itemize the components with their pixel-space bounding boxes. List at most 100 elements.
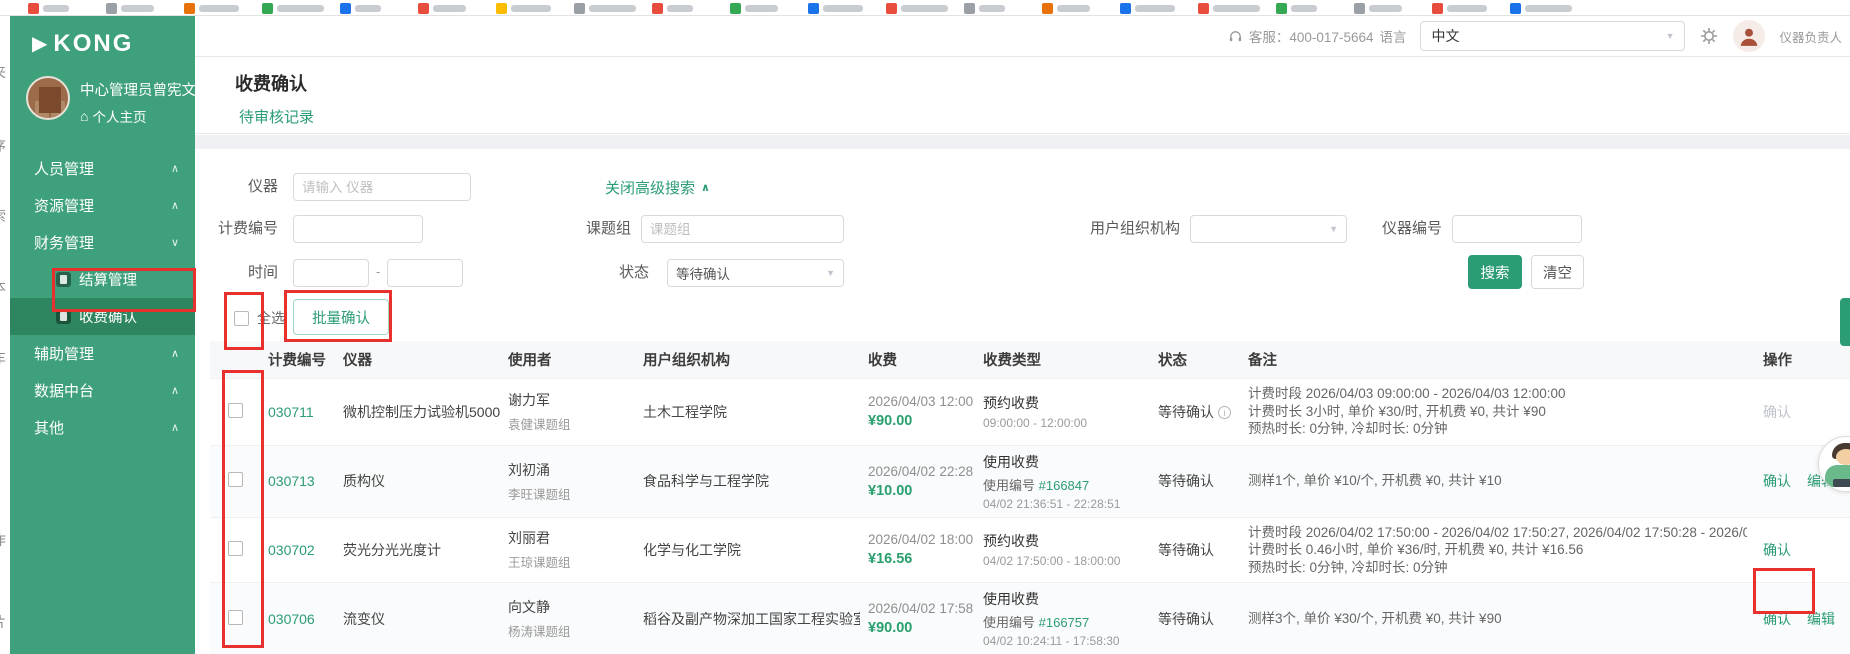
- bookmark-item[interactable]: [1198, 2, 1260, 14]
- table-row: 030702 荧光分光光度计 刘丽君 王琼课题组 化学与化工学院 2026/04…: [210, 517, 1850, 583]
- fee-type-cell: 使用收费 使用编号 #166757 04/02 10:24:11 - 17:58…: [983, 591, 1120, 648]
- row-checkbox[interactable]: [227, 402, 243, 418]
- instrument-cell: 荧光分光光度计: [343, 541, 441, 558]
- actions-cell: 确认: [1755, 517, 1850, 583]
- row-checkbox[interactable]: [227, 540, 243, 556]
- billing-no-link[interactable]: 030713: [268, 473, 315, 489]
- confirm-link[interactable]: 确认: [1763, 611, 1791, 627]
- header-checkbox-col: [210, 341, 260, 378]
- home-icon: ⌂: [80, 108, 89, 124]
- sidebar-item-resources[interactable]: 资源管理 ∧: [10, 187, 195, 224]
- remark-cell: 测样1个, 单价 ¥10/个, 开机费 ¥0, 共计 ¥10: [1248, 473, 1502, 489]
- gear-icon[interactable]: [1699, 26, 1719, 46]
- account-role[interactable]: 仪器负责人: [1779, 27, 1842, 46]
- side-panel-handle[interactable]: [1840, 298, 1850, 346]
- instrument-no-input[interactable]: [1452, 215, 1582, 243]
- time-label: 时间: [247, 264, 278, 281]
- app-logo[interactable]: ▶ KONG: [10, 16, 195, 68]
- page-title: 收费确认: [235, 74, 307, 94]
- favicon: [1432, 2, 1443, 14]
- chevron-up-icon: ∧: [701, 182, 710, 194]
- sidebar-item-finance[interactable]: 财务管理 ∨: [10, 224, 195, 261]
- bookmark-item[interactable]: [1510, 2, 1572, 14]
- personal-home-link[interactable]: ⌂ 个人主页: [80, 106, 196, 126]
- row-checkbox[interactable]: [227, 472, 243, 487]
- sidebar-item-auxiliary[interactable]: 辅助管理 ∧: [10, 335, 195, 372]
- customer-service: 客服：400-017-5664 语言: [1228, 26, 1406, 46]
- table-row: 030713 质构仪 刘初涌 李旺课题组 食品科学与工程学院 2026/04/0…: [210, 445, 1850, 517]
- user-name: 中心管理员曾宪文: [80, 83, 196, 99]
- bookmark-item[interactable]: [964, 2, 1005, 14]
- bookmark-label: [277, 4, 324, 12]
- bookmark-item[interactable]: [730, 2, 778, 14]
- actions-cell: 确认: [1755, 378, 1850, 445]
- sidebar-item-data-center[interactable]: 数据中台 ∧: [10, 372, 195, 409]
- sidebar-item-other[interactable]: 其他 ∧: [10, 409, 195, 446]
- bookmark-item[interactable]: [1042, 2, 1090, 14]
- time-start-input[interactable]: [293, 259, 369, 287]
- favicon: [574, 2, 585, 14]
- status-cell: 等待确认: [1158, 610, 1214, 627]
- bookmark-item[interactable]: [106, 2, 154, 14]
- org-cell: 化学与化工学院: [643, 541, 741, 558]
- favicon: [184, 2, 195, 14]
- confirm-link[interactable]: 确认: [1763, 542, 1791, 558]
- bookmark-item[interactable]: [652, 2, 693, 14]
- select-all-checkbox[interactable]: [234, 311, 249, 326]
- browser-bookmarks-bar[interactable]: [0, 0, 1850, 16]
- language-select[interactable]: 中文 ▼: [1420, 21, 1686, 51]
- confirm-link[interactable]: 确认: [1763, 473, 1791, 489]
- billing-no-input[interactable]: [293, 215, 423, 243]
- favicon: [1042, 2, 1053, 14]
- favicon: [1120, 2, 1131, 14]
- bookmark-item[interactable]: [1276, 2, 1317, 14]
- info-icon[interactable]: i: [1218, 405, 1231, 419]
- org-select[interactable]: ▼: [1190, 215, 1347, 243]
- instrument-cell: 微机控制压力试验机5000: [343, 403, 500, 420]
- usage-no-link[interactable]: #166757: [1039, 615, 1090, 630]
- instrument-input[interactable]: [293, 173, 471, 201]
- bookmark-label: [199, 4, 239, 12]
- user-avatar[interactable]: [26, 76, 70, 120]
- bookmark-item[interactable]: [340, 2, 381, 14]
- bookmark-item[interactable]: [574, 2, 636, 14]
- bookmark-item[interactable]: [184, 2, 239, 14]
- row-checkbox[interactable]: [227, 609, 243, 625]
- status-select[interactable]: 等待确认 ▼: [667, 259, 844, 287]
- billing-no-link[interactable]: 030711: [268, 404, 314, 420]
- org-label: 用户组织机构: [1089, 220, 1180, 237]
- bookmark-label: [511, 4, 551, 12]
- bookmark-label: [355, 4, 381, 12]
- advanced-search-toggle[interactable]: 关闭高级搜索 ∧: [605, 177, 710, 198]
- sidebar-item-settlement[interactable]: 结算管理: [10, 261, 195, 298]
- time-end-input[interactable]: [387, 259, 463, 287]
- usage-no-link[interactable]: #166847: [1039, 478, 1090, 493]
- group-input[interactable]: [641, 215, 844, 243]
- bookmark-item[interactable]: [496, 2, 551, 14]
- batch-confirm-button[interactable]: 批量确认: [293, 299, 389, 335]
- bookmark-item[interactable]: [262, 2, 324, 14]
- edit-link[interactable]: 编辑: [1807, 611, 1835, 627]
- search-button[interactable]: 搜索: [1468, 255, 1522, 289]
- favicon: [964, 2, 975, 14]
- bookmark-item[interactable]: [1120, 2, 1175, 14]
- clipped-edge-char: 夹: [0, 62, 6, 82]
- bookmark-item[interactable]: [28, 2, 69, 14]
- billing-no-link[interactable]: 030706: [268, 611, 315, 627]
- fee-cell: 2026/04/03 12:00 ¥90.00: [868, 394, 974, 429]
- bookmark-item[interactable]: [1354, 2, 1402, 14]
- actions-cell: 确认 编辑: [1755, 583, 1850, 654]
- account-avatar[interactable]: [1733, 20, 1766, 52]
- bookmark-item[interactable]: [886, 2, 948, 14]
- org-cell: 土木工程学院: [643, 403, 727, 420]
- sidebar-item-personnel[interactable]: 人员管理 ∧: [10, 150, 195, 187]
- confirm-link[interactable]: 确认: [1763, 404, 1791, 420]
- billing-no-link[interactable]: 030702: [268, 542, 315, 558]
- sidebar-item-fee-confirm[interactable]: 收费确认: [10, 298, 195, 335]
- clear-button[interactable]: 清空: [1531, 255, 1584, 289]
- bookmark-item[interactable]: [1432, 2, 1487, 14]
- user-profile[interactable]: 中心管理员曾宪文 ⌂ 个人主页: [10, 68, 196, 140]
- bookmark-label: [1369, 4, 1402, 12]
- bookmark-item[interactable]: [808, 2, 863, 14]
- bookmark-item[interactable]: [418, 2, 466, 14]
